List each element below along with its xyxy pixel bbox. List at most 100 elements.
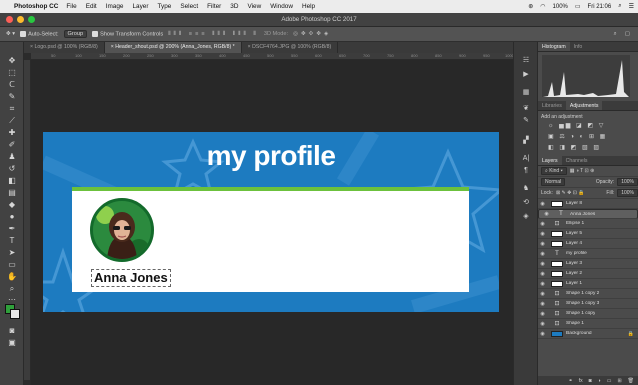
layer-row[interactable]: ◉ ⊡ Shape 1 <box>538 319 638 329</box>
align-buttons-icon[interactable]: ⫴⫴⫴ ≡≡≡ ⫴⫴⫴ ⫴⫴⫴ ⦀ <box>168 31 259 38</box>
search-icon[interactable]: ⌕ <box>614 31 617 38</box>
document-canvas[interactable]: my profile Anna Jones <box>43 132 499 312</box>
menu-3d[interactable]: 3D <box>230 3 238 10</box>
menu-filter[interactable]: Filter <box>207 3 221 10</box>
opacity-value[interactable]: 100% <box>617 178 638 186</box>
tab-libraries[interactable]: Libraries <box>538 101 566 110</box>
quick-mask-icon[interactable]: ◙ <box>5 326 19 336</box>
path-select-tool-icon[interactable]: ➤ <box>5 248 19 258</box>
pen-tool-icon[interactable]: ✒ <box>5 224 19 234</box>
adjustment-icons-row-3[interactable]: ◧ ◨ ◩ ▧ ▨ <box>548 144 601 151</box>
auto-select-dropdown[interactable]: Group <box>63 30 88 38</box>
add-mask-icon[interactable]: ◙ <box>589 378 592 384</box>
fill-value[interactable]: 100% <box>617 189 638 197</box>
layer-row[interactable]: ◉ Layer 1 <box>538 279 638 289</box>
layer-row[interactable]: ◉ Layer 8 <box>538 199 638 209</box>
visibility-eye-icon[interactable]: ◉ <box>542 211 551 217</box>
menu-help[interactable]: Help <box>302 3 315 10</box>
visibility-eye-icon[interactable]: ◉ <box>538 291 547 297</box>
layer-row[interactable]: ◉ Layer 5 <box>538 229 638 239</box>
menu-list-icon[interactable]: ☰ <box>629 3 634 10</box>
delete-layer-icon[interactable]: 🗑 <box>628 378 634 384</box>
healing-brush-tool-icon[interactable]: ✚ <box>5 128 19 138</box>
menu-type[interactable]: Type <box>157 3 171 10</box>
layer-row-background[interactable]: ◉ Background 🔒 <box>538 329 638 339</box>
tool-presets-icon[interactable]: ⟲ <box>520 198 532 208</box>
visibility-eye-icon[interactable]: ◉ <box>538 331 547 337</box>
history-panel-icon[interactable]: ☵ <box>520 56 532 66</box>
blend-mode-dropdown[interactable]: Normal <box>541 178 566 186</box>
layer-row[interactable]: ◉ ⊡ Shape 1 copy <box>538 309 638 319</box>
creative-cloud-icon[interactable]: ⊛ <box>528 3 533 10</box>
workspace-icon[interactable]: ▢ <box>625 31 630 38</box>
layer-row[interactable]: ◉ Layer 3 <box>538 259 638 269</box>
history-brush-tool-icon[interactable]: ↺ <box>5 164 19 174</box>
menu-select[interactable]: Select <box>180 3 198 10</box>
app-menu-name[interactable]: Photoshop CC <box>14 3 58 10</box>
background-color-swatch[interactable] <box>10 309 20 319</box>
visibility-eye-icon[interactable]: ◉ <box>538 231 547 237</box>
brush-presets-panel-icon[interactable]: ❦ <box>520 104 532 114</box>
wifi-icon[interactable]: ◠ <box>540 3 545 10</box>
horizontal-ruler[interactable]: 50 100 150 200 250 300 350 400 450 500 5… <box>31 53 532 60</box>
quick-select-tool-icon[interactable]: ✎ <box>5 92 19 102</box>
tab-header-shout[interactable]: × Header_shout.psd @ 200% (Anna_Jones, R… <box>104 42 242 53</box>
adjustment-icons-row-1[interactable]: ☼ ▅▆ ◪ ◩ ▽ <box>548 122 605 129</box>
tab-logo[interactable]: × Logo.psd @ 100% (RGB/8) <box>24 42 105 53</box>
paragraph-panel-icon[interactable]: ¶ <box>520 166 532 176</box>
visibility-eye-icon[interactable]: ◉ <box>538 281 547 287</box>
visibility-eye-icon[interactable]: ◉ <box>538 311 547 317</box>
adjustment-icons-row-2[interactable]: ▣ ⚖ ◑ ◐ ⊞ ▦ <box>548 133 607 140</box>
move-tool-icon[interactable]: ✥ <box>5 56 19 66</box>
actions-panel-icon[interactable]: ▶ <box>520 70 532 80</box>
tab-info[interactable]: Info <box>570 42 587 51</box>
layer-row[interactable]: ◉ ⊡ Shape 1 copy 3 <box>538 299 638 309</box>
tab-histogram[interactable]: Histogram <box>538 42 570 51</box>
tab-layers[interactable]: Layers <box>538 156 562 165</box>
filter-icons[interactable]: ▦ ◑ T ⊡ ⊕ <box>570 168 595 174</box>
gradient-tool-icon[interactable]: ▤ <box>5 188 19 198</box>
new-adjustment-icon[interactable]: ◑ <box>598 378 601 384</box>
tab-dscf4764[interactable]: × DSCF4764.JPG @ 100% (RGB/8) <box>242 42 339 53</box>
spotlight-search-icon[interactable]: ⌕ <box>618 3 621 10</box>
zoom-tool-icon[interactable]: ⌕ <box>5 284 19 294</box>
lock-icons[interactable]: ⊠ ✎ ✥ ⊡ 🔒 <box>556 190 585 196</box>
menu-file[interactable]: File <box>66 3 76 10</box>
shape-tool-icon[interactable]: ▭ <box>5 260 19 270</box>
screen-mode-icon[interactable]: ▣ <box>5 338 19 348</box>
layer-filter-kind[interactable]: ⌕ Kind ▾ <box>541 167 567 175</box>
battery-icon[interactable]: ▭ <box>575 3 581 10</box>
visibility-eye-icon[interactable]: ◉ <box>538 241 547 247</box>
visibility-eye-icon[interactable]: ◉ <box>538 301 547 307</box>
vertical-ruler[interactable] <box>24 60 31 380</box>
brush-tool-icon[interactable]: ✐ <box>5 140 19 150</box>
visibility-eye-icon[interactable]: ◉ <box>538 201 547 207</box>
layer-style-icon[interactable]: fx <box>579 378 583 384</box>
layer-row-selected[interactable]: ◉ T Anna Jones <box>538 209 638 219</box>
menu-layer[interactable]: Layer <box>132 3 148 10</box>
3d-panel-icon[interactable]: ◈ <box>520 212 532 222</box>
swatches-panel-icon[interactable]: ▞ <box>520 136 532 146</box>
layer-row[interactable]: ◉ ⊡ Shape 1 copy 2 <box>538 289 638 299</box>
properties-panel-icon[interactable]: ▦ <box>520 88 532 98</box>
clone-stamp-tool-icon[interactable]: ♟ <box>5 152 19 162</box>
layer-row[interactable]: ◉ ⊡ Ellipse 1 <box>538 219 638 229</box>
profile-name-text[interactable]: Anna Jones <box>91 269 171 287</box>
type-tool-icon[interactable]: T <box>5 236 19 246</box>
dodge-tool-icon[interactable]: ● <box>5 212 19 222</box>
visibility-eye-icon[interactable]: ◉ <box>538 221 547 227</box>
visibility-eye-icon[interactable]: ◉ <box>538 321 547 327</box>
hand-tool-icon[interactable]: ✋ <box>5 272 19 282</box>
marquee-tool-icon[interactable]: ⬚ <box>5 68 19 78</box>
lasso-tool-icon[interactable]: ᑕ <box>5 80 19 90</box>
auto-select-checkbox[interactable]: Auto-Select: <box>20 30 59 37</box>
visibility-eye-icon[interactable]: ◉ <box>538 261 547 267</box>
tab-adjustments[interactable]: Adjustments <box>565 101 603 110</box>
eyedropper-tool-icon[interactable]: ⟋ <box>5 116 19 126</box>
layer-row[interactable]: ◉ Layer 2 <box>538 269 638 279</box>
link-layers-icon[interactable]: ⚭ <box>569 378 573 384</box>
visibility-eye-icon[interactable]: ◉ <box>538 251 547 257</box>
styles-panel-icon[interactable]: ♞ <box>520 184 532 194</box>
menu-edit[interactable]: Edit <box>86 3 97 10</box>
layer-row[interactable]: ◉ Tmy profile <box>538 249 638 259</box>
